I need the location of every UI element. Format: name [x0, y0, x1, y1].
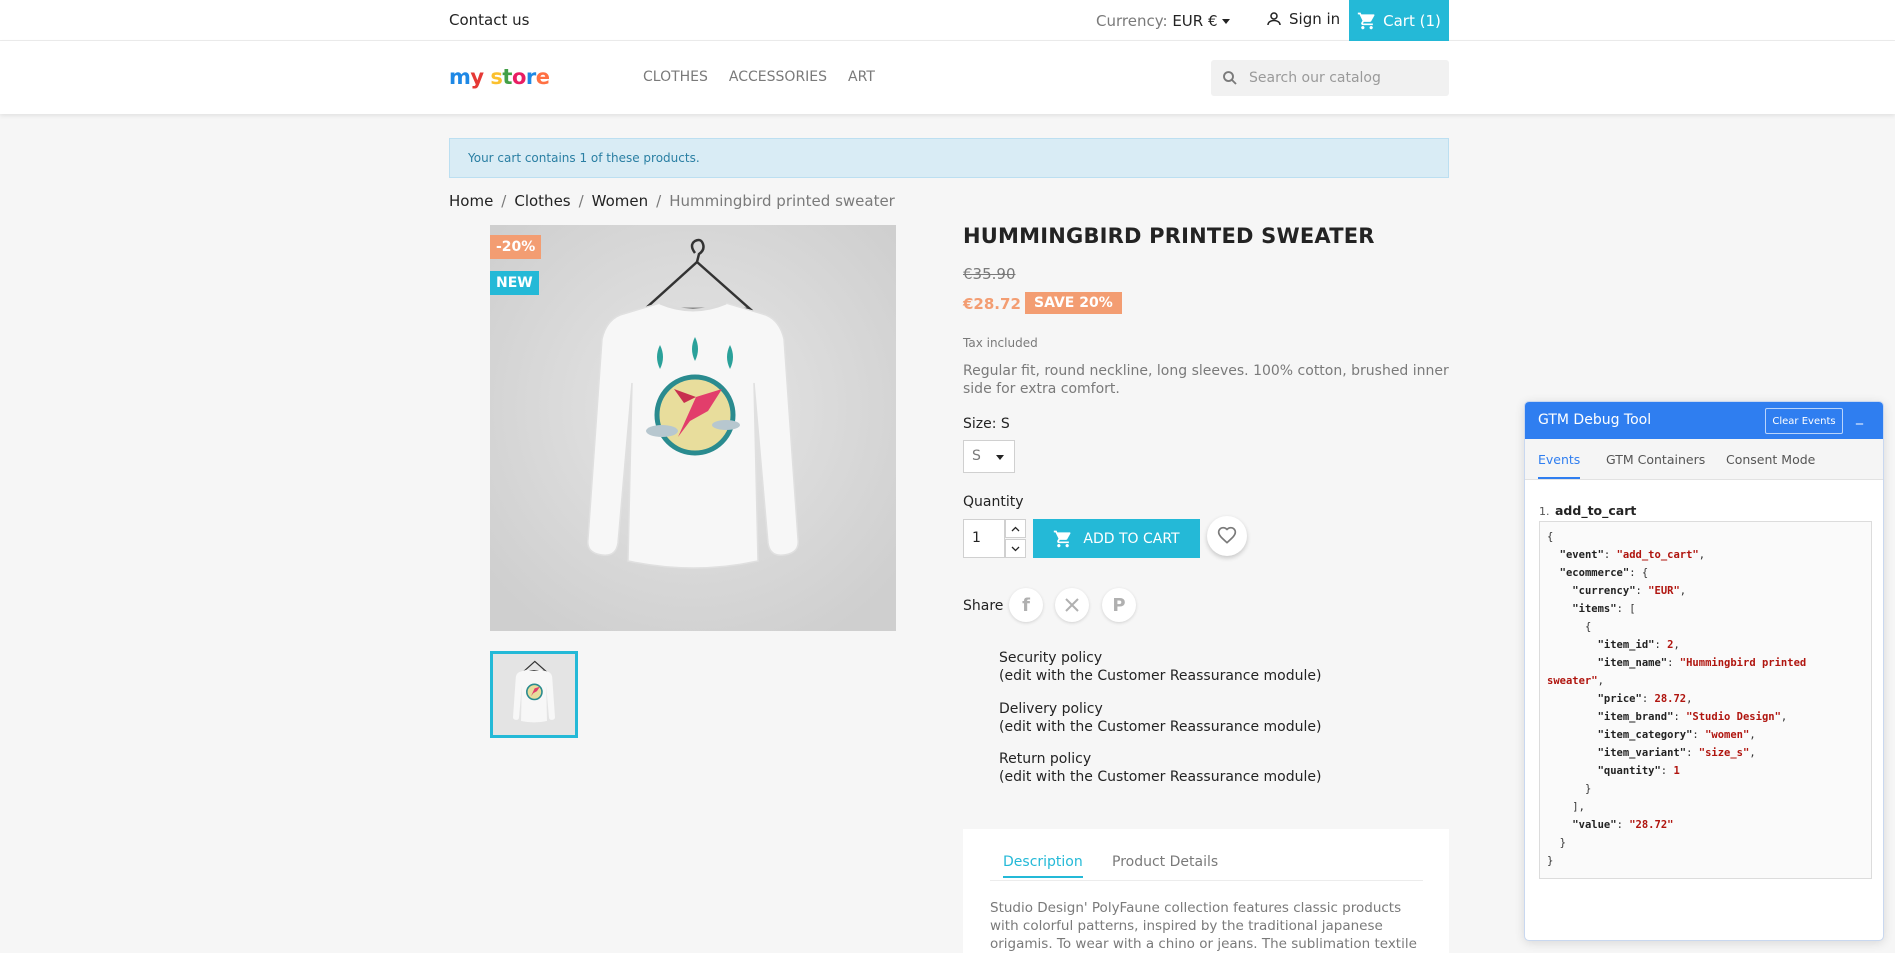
breadcrumb-clothes[interactable]: Clothes	[514, 192, 570, 210]
currency-selector[interactable]: Currency: EUR €	[1096, 12, 1230, 30]
tab-description[interactable]: Description	[1003, 854, 1083, 878]
nav-art[interactable]: ART	[848, 69, 875, 85]
current-price: €28.72	[963, 295, 1021, 313]
store-logo[interactable]: my store	[449, 65, 550, 89]
product-tabs: Description Product Details Studio Desig…	[963, 829, 1449, 953]
reassurance-sub: (edit with the Customer Reassurance modu…	[999, 719, 1322, 735]
breadcrumb-women[interactable]: Women	[592, 192, 648, 210]
sign-in-link[interactable]: Sign in	[1265, 10, 1340, 28]
chevron-up-icon	[1011, 526, 1020, 531]
x-share-icon[interactable]	[1055, 588, 1089, 622]
top-bar: Contact us Currency: EUR € Sign in Cart …	[0, 0, 1895, 41]
currency-value: EUR €	[1172, 12, 1218, 30]
clear-events-button[interactable]: Clear Events	[1765, 408, 1843, 434]
gtm-tab-events[interactable]: Events	[1538, 452, 1581, 479]
tabs-divider	[990, 880, 1423, 881]
cart-icon	[1357, 12, 1375, 29]
size-select-value: S	[972, 448, 981, 464]
add-to-cart-button[interactable]: ADD TO CART	[1033, 519, 1200, 558]
gtm-tabs: Events GTM Containers Consent Mode	[1525, 439, 1883, 480]
regular-price: €35.90	[963, 265, 1016, 283]
quantity-decrement-button[interactable]	[1005, 539, 1026, 558]
gtm-tab-containers[interactable]: GTM Containers	[1606, 452, 1705, 467]
size-label: Size: S	[963, 416, 1010, 432]
currency-label: Currency:	[1096, 12, 1168, 30]
user-icon	[1267, 12, 1281, 26]
search-icon[interactable]	[1221, 69, 1239, 87]
reassurance-delivery: Delivery policy (edit with the Customer …	[999, 700, 1321, 736]
event-index: 1.	[1539, 505, 1550, 518]
breadcrumb-current: Hummingbird printed sweater	[669, 192, 895, 210]
breadcrumb-separator: /	[578, 192, 584, 210]
nav-accessories[interactable]: ACCESSORIES	[729, 69, 827, 85]
wishlist-button[interactable]	[1207, 516, 1247, 556]
search-box	[1211, 60, 1449, 96]
contact-us-link[interactable]: Contact us	[449, 11, 529, 29]
main-nav: CLOTHES ACCESSORIES ART	[643, 69, 875, 85]
reassurance-return: Return policy (edit with the Customer Re…	[999, 750, 1321, 786]
header: my store CLOTHES ACCESSORIES ART	[0, 41, 1895, 114]
tab-product-details[interactable]: Product Details	[1112, 854, 1218, 870]
breadcrumb-separator: /	[656, 192, 662, 210]
gtm-debug-panel: GTM Debug Tool Clear Events _ Events GTM…	[1524, 401, 1884, 941]
sweater-illustration	[490, 225, 896, 631]
search-input[interactable]	[1249, 70, 1439, 86]
event-json-payload: { "event": "add_to_cart", "ecommerce": {…	[1539, 521, 1872, 879]
cart-button[interactable]: Cart (1)	[1349, 0, 1449, 41]
minimize-button[interactable]: _	[1856, 408, 1870, 426]
new-badge: NEW	[490, 271, 539, 295]
breadcrumb-home[interactable]: Home	[449, 192, 493, 210]
event-name[interactable]: add_to_cart	[1555, 503, 1636, 518]
cart-label: Cart (1)	[1383, 11, 1441, 30]
pinterest-share-icon[interactable]: P	[1102, 588, 1136, 622]
discount-badge: -20%	[490, 235, 542, 259]
tab-description-text: Studio Design' PolyFaune collection feat…	[990, 900, 1417, 952]
sweater-thumbnail-image	[493, 654, 575, 735]
reassurance-title: Security policy	[999, 650, 1103, 666]
breadcrumb: Home / Clothes / Women / Hummingbird pri…	[449, 192, 895, 210]
tax-label: Tax included	[963, 336, 1038, 350]
chevron-down-icon	[1011, 546, 1020, 551]
add-to-cart-label: ADD TO CART	[1083, 530, 1180, 547]
caret-down-icon	[1221, 19, 1230, 24]
share-label: Share	[963, 598, 1004, 614]
reassurance-sub: (edit with the Customer Reassurance modu…	[999, 668, 1322, 684]
product-title: HUMMINGBIRD PRINTED SWEATER	[963, 224, 1375, 248]
quantity-input[interactable]: 1	[963, 519, 1005, 558]
sign-in-label: Sign in	[1289, 10, 1341, 28]
quantity-increment-button[interactable]	[1005, 519, 1026, 538]
quantity-label: Quantity	[963, 494, 1024, 510]
nav-clothes[interactable]: CLOTHES	[643, 69, 708, 85]
cart-notice: Your cart contains 1 of these products.	[449, 138, 1449, 178]
breadcrumb-separator: /	[501, 192, 507, 210]
gtm-tab-consent-mode[interactable]: Consent Mode	[1726, 452, 1815, 467]
product-thumbnail[interactable]	[490, 651, 578, 738]
reassurance-title: Delivery policy	[999, 701, 1103, 717]
cart-icon	[1054, 530, 1071, 547]
facebook-share-icon[interactable]: f	[1009, 588, 1043, 622]
save-badge: SAVE 20%	[1025, 292, 1122, 314]
reassurance-sub: (edit with the Customer Reassurance modu…	[999, 769, 1322, 785]
gtm-debug-title: GTM Debug Tool	[1538, 412, 1652, 428]
caret-down-icon	[996, 455, 1004, 460]
x-logo-icon	[1065, 598, 1079, 612]
reassurance-title: Return policy	[999, 751, 1092, 767]
size-select[interactable]: S	[963, 440, 1015, 473]
product-short-description: Regular fit, round neckline, long sleeve…	[963, 363, 1449, 397]
reassurance-security: Security policy (edit with the Customer …	[999, 649, 1321, 685]
gtm-debug-header: GTM Debug Tool Clear Events _	[1525, 402, 1883, 439]
heart-icon	[1217, 526, 1237, 544]
product-cover-image[interactable]	[490, 225, 896, 631]
